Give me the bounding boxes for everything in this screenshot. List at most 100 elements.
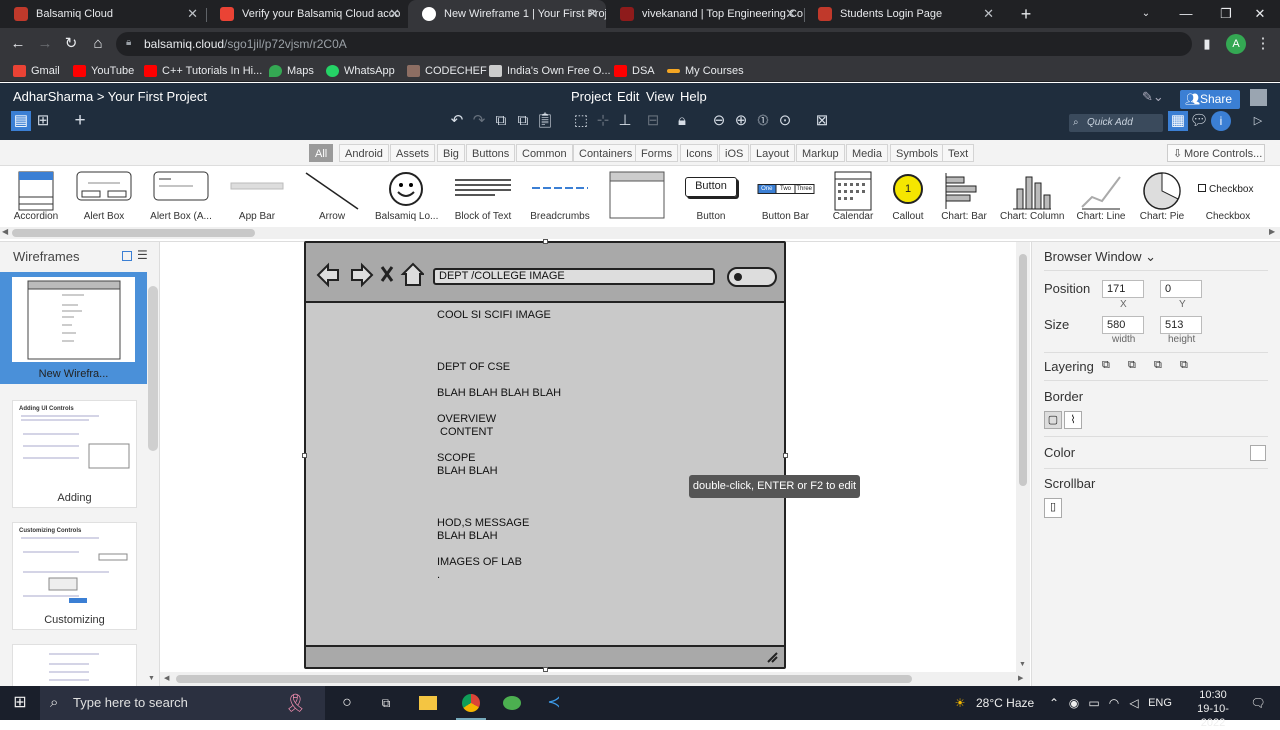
bookmark-dsa[interactable]: DSA [614,60,655,82]
palette-chart-bar[interactable]: Chart: Bar [941,166,987,226]
wireframe-thumb-adding[interactable]: Adding UI Controls Adding [12,400,137,508]
more-menu-icon[interactable]: ⋮ [1250,28,1276,60]
grid-view-icon[interactable]: ⊞ [33,111,53,131]
undo-icon[interactable]: ↶ [447,111,467,131]
category-android[interactable]: Android [339,144,389,162]
category-containers[interactable]: Containers [573,144,639,162]
palette-button-bar[interactable]: One Two Three Button Bar [757,166,814,226]
paste-icon[interactable]: ⧉ [513,111,533,131]
palette-calendar[interactable]: Calendar [833,166,873,226]
property-inspector-title[interactable]: Browser Window ⌄ [1044,249,1156,265]
menu-edit[interactable]: Edit [617,89,639,104]
windows-start-icon[interactable]: ⊞ [6,686,34,720]
category-big[interactable]: Big [437,144,465,162]
category-icons[interactable]: Icons [680,144,719,162]
bookmark-gmail[interactable]: Gmail [13,60,60,82]
palette-alert-box[interactable]: Alert Box [75,166,133,226]
resize-handle[interactable] [783,453,788,458]
chevron-up-icon[interactable]: ⌃ [1046,686,1062,720]
bookmark-codechef[interactable]: CODECHEF [407,60,487,82]
category-assets[interactable]: Assets [390,144,436,162]
add-wireframe-icon[interactable]: + [70,111,90,131]
border-sketch-toggle[interactable]: ⌇ [1064,411,1082,429]
canvas-vertical-scrollbar[interactable]: ▼ [1016,242,1030,672]
wireframe-thumb-selected[interactable]: New Wirefra... [0,272,147,384]
bookmark-whatsapp[interactable]: WhatsApp [326,60,395,82]
palette-arrow[interactable]: Arrow [304,166,360,226]
palette-accordion[interactable]: Accordion [14,166,58,226]
canvas-hscroll-thumb[interactable] [176,675,912,683]
tab-balsamiq-cloud[interactable]: Balsamiq Cloud ✕ [0,0,206,28]
forward-icon[interactable]: → [32,28,58,60]
side-panel-icon[interactable]: ▮ [1194,28,1220,60]
close-tab-icon[interactable]: ✕ [389,0,400,28]
minimize-icon[interactable]: — [1166,0,1206,28]
taskbar-search-box[interactable]: ⌕ Type here to search 🎗︎ [40,686,325,720]
file-explorer-icon[interactable] [414,686,442,720]
palette-button[interactable]: Button Button [683,166,739,226]
present-icon[interactable]: ▷ [1248,111,1268,131]
delete-icon[interactable]: ⊠ [812,111,832,131]
browser-window-mockup[interactable]: DEPT /COLLEGE IMAGE COOL SI SCIFI IMAGE … [304,241,786,669]
language-indicator[interactable]: ENG [1148,686,1172,720]
palette-app-bar[interactable]: App Bar [229,166,285,226]
more-controls-button[interactable]: ⇩ More Controls... [1167,144,1265,162]
palette-breadcrumbs[interactable]: Breadcrumbs [530,166,590,226]
address-bar[interactable]: 🔒︎ balsamiq.cloud/sgo1jil/p72vjsm/r2C0A [116,32,1192,56]
bookmark-maps[interactable]: Maps [269,60,314,82]
tab-verify-email[interactable]: Verify your Balsamiq Cloud acco ✕ [206,0,408,28]
lock-icon[interactable]: 🔒︎ [672,111,692,131]
list-view-icon[interactable]: ☰ [137,248,148,262]
wireframe-thumb-customizing[interactable]: Customizing Controls Customizing [12,522,137,630]
palette-alert-box-alt[interactable]: Alert Box (A... [150,166,212,226]
close-window-icon[interactable]: ✕ [1240,0,1280,28]
close-tab-icon[interactable]: ✕ [587,0,598,28]
palette-balsamiq-logo[interactable]: Balsamiq Lo... [375,166,438,226]
menu-project[interactable]: Project [571,89,611,104]
profile-avatar[interactable]: A [1226,34,1246,54]
bookmark-youtube[interactable]: YouTube [73,60,134,82]
zoom-actual-icon[interactable]: ⓵ [753,111,773,131]
height-field[interactable]: 513 [1160,316,1202,334]
palette-checkbox[interactable]: Checkbox Checkbox [1198,166,1256,226]
palette-callout[interactable]: 1 Callout [890,166,926,226]
canvas-vscroll-thumb[interactable] [1019,254,1027,486]
cortana-icon[interactable]: ○ [334,686,360,720]
palette-block-of-text[interactable]: Block of Text [455,166,511,226]
category-layout[interactable]: Layout [750,144,796,162]
category-ios[interactable]: iOS [719,144,750,162]
category-forms[interactable]: Forms [635,144,679,162]
clock[interactable]: 10:30 19-10-2022 [1186,688,1240,730]
send-backward-icon[interactable]: ⧉ [1154,359,1162,372]
category-symbols[interactable]: Symbols [890,144,945,162]
resize-handle[interactable] [302,453,307,458]
new-tab-icon[interactable]: + [1006,0,1046,28]
thumbnail-view-icon[interactable] [122,251,132,261]
copy-icon[interactable]: ⧉ [491,111,511,131]
redo-icon[interactable]: ↷ [469,111,489,131]
app-green-icon[interactable] [498,686,526,720]
scroll-down-icon[interactable]: ▼ [148,675,155,682]
tab-students-login[interactable]: Students Login Page ✕ [804,0,1002,28]
palette-scroll-thumb[interactable] [12,229,255,237]
wireframe-view-icon[interactable]: ▤ [11,111,31,131]
breadcrumb[interactable]: AdharSharma > Your First Project [13,89,207,104]
tab-search-chevron-icon[interactable]: ⌄ [1126,0,1166,28]
scroll-down-icon[interactable]: ▼ [1019,661,1026,668]
group-icon[interactable]: ⬚ [571,111,591,131]
scroll-left-icon[interactable]: ◀ [164,674,169,682]
reload-icon[interactable]: ↻ [58,28,84,60]
chrome-taskbar-icon[interactable] [456,686,486,720]
wireframe-thumb-editing[interactable] [12,644,137,687]
scroll-right-icon[interactable]: ▶ [1269,227,1275,236]
comments-icon[interactable]: 💬︎ [1189,111,1209,131]
color-swatch[interactable] [1250,445,1266,461]
position-y-field[interactable]: 0 [1160,280,1202,298]
bring-forward-icon[interactable]: ⧉ [1128,359,1136,372]
notifications-icon[interactable]: 🗨︎ [1246,686,1270,720]
vscode-icon[interactable]: ≺ [540,686,568,720]
close-tab-icon[interactable]: ✕ [187,0,198,28]
canvas-horizontal-scrollbar[interactable]: ◀ ▶ [160,672,1030,686]
menu-help[interactable]: Help [680,89,707,104]
close-tab-icon[interactable]: ✕ [983,0,994,28]
